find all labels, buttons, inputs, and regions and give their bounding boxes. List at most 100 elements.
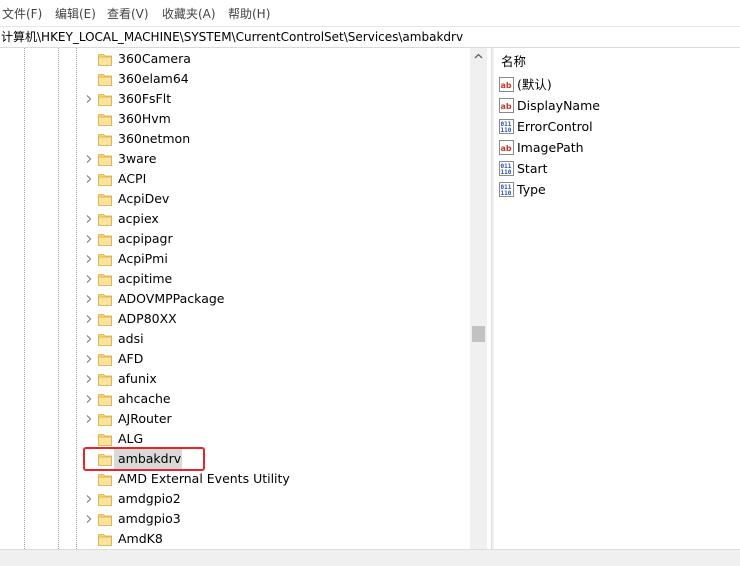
folder-icon (97, 331, 113, 347)
tree-item-label: 360elam64 (118, 71, 189, 86)
value-row[interactable]: 011 110 ErrorControl (499, 117, 739, 138)
value-name: Type (517, 182, 546, 197)
tree-item-label: 360Hvm (118, 111, 171, 126)
svg-text:ab: ab (501, 102, 512, 111)
chevron-right-icon[interactable] (84, 414, 94, 424)
chevron-right-icon[interactable] (84, 394, 94, 404)
menu-edit[interactable]: 编辑(E) (55, 7, 96, 21)
folder-icon (97, 471, 113, 487)
chevron-right-icon[interactable] (84, 334, 94, 344)
tree-item[interactable]: 3ware (0, 149, 470, 169)
scroll-thumb[interactable] (472, 326, 485, 342)
tree-item-label: adsi (118, 331, 144, 346)
tree-item[interactable]: ADP80XX (0, 309, 470, 329)
dword-value-icon: 011 110 (499, 182, 514, 197)
status-bar (0, 549, 740, 566)
folder-icon (97, 511, 113, 527)
folder-icon (97, 91, 113, 107)
folder-icon (97, 151, 113, 167)
tree-item[interactable]: AJRouter (0, 409, 470, 429)
tree-item-label: 360FsFlt (118, 91, 172, 106)
tree-item[interactable]: AFD (0, 349, 470, 369)
tree-item[interactable]: acpiex (0, 209, 470, 229)
string-value-icon: ab (499, 98, 514, 113)
tree-item[interactable]: amdgpio3 (0, 509, 470, 529)
chevron-right-icon[interactable] (84, 174, 94, 184)
value-row[interactable]: ab DisplayName (499, 96, 739, 117)
string-value-icon: ab (499, 140, 514, 155)
chevron-right-icon[interactable] (84, 494, 94, 504)
svg-text:ab: ab (501, 81, 512, 90)
tree-item[interactable]: 360netmon (0, 129, 470, 149)
folder-icon (97, 371, 113, 387)
registry-tree: 360Camera 360elam64 360FsFlt 360Hvm 360netmo… (0, 48, 488, 549)
tree-item[interactable]: 360FsFlt (0, 89, 470, 109)
tree-item[interactable]: acpipagr (0, 229, 470, 249)
folder-icon (97, 131, 113, 147)
folder-icon (97, 51, 113, 67)
value-row[interactable]: 011 110 Start (499, 159, 739, 180)
tree-item[interactable]: afunix (0, 369, 470, 389)
folder-icon (97, 531, 113, 547)
tree-item-label: afunix (118, 371, 157, 386)
menu-view[interactable]: 查看(V) (107, 7, 149, 21)
tree-item[interactable]: AMD External Events Utility (0, 469, 470, 489)
tree-item[interactable]: AcpiDev (0, 189, 470, 209)
dword-value-icon: 011 110 (499, 119, 514, 134)
tree-item-label: 360Camera (118, 51, 191, 66)
menu-favorites[interactable]: 收藏夹(A) (162, 7, 216, 21)
address-path[interactable]: 计算机\HKEY_LOCAL_MACHINE\SYSTEM\CurrentCon… (1, 30, 463, 44)
chevron-right-icon[interactable] (84, 294, 94, 304)
chevron-right-icon[interactable] (84, 254, 94, 264)
tree-item-label: amdgpio3 (118, 511, 181, 526)
tree-item[interactable]: ALG (0, 429, 470, 449)
value-name: (默认) (517, 77, 552, 92)
tree-item[interactable]: ambakdrv (0, 449, 470, 469)
chevron-right-icon[interactable] (84, 94, 94, 104)
chevron-right-icon[interactable] (84, 154, 94, 164)
tree-item-label: acpiex (118, 211, 159, 226)
scroll-up-arrow-icon[interactable] (470, 48, 487, 65)
tree-item-label: ACPI (118, 171, 147, 186)
folder-icon (97, 171, 113, 187)
chevron-right-icon[interactable] (84, 234, 94, 244)
tree-item[interactable]: 360elam64 (0, 69, 470, 89)
address-bar[interactable]: 计算机\HKEY_LOCAL_MACHINE\SYSTEM\CurrentCon… (0, 26, 740, 48)
column-header-name[interactable]: 名称 (501, 54, 526, 70)
string-value-icon: ab (499, 77, 514, 92)
value-row[interactable]: 011 110 Type (499, 180, 739, 201)
svg-text:110: 110 (501, 127, 512, 134)
chevron-right-icon[interactable] (84, 354, 94, 364)
value-name: ImagePath (517, 140, 584, 155)
chevron-right-icon[interactable] (84, 514, 94, 524)
tree-item-label: 360netmon (118, 131, 191, 146)
svg-text:110: 110 (501, 169, 512, 176)
tree-item[interactable]: AmdK8 (0, 529, 470, 549)
values-list: 名称 ab (默认) ab DisplayName 011 110 ErrorControl… (494, 48, 740, 549)
tree-item-label: ADOVMPPackage (118, 291, 225, 306)
tree-item[interactable]: AcpiPmi (0, 249, 470, 269)
tree-item[interactable]: acpitime (0, 269, 470, 289)
tree-item[interactable]: amdgpio2 (0, 489, 470, 509)
value-row[interactable]: ab ImagePath (499, 138, 739, 159)
tree-item[interactable]: ACPI (0, 169, 470, 189)
folder-icon (97, 111, 113, 127)
chevron-right-icon[interactable] (84, 314, 94, 324)
tree-item-label: ahcache (118, 391, 171, 406)
folder-icon (97, 271, 113, 287)
tree-item[interactable]: 360Camera (0, 49, 470, 69)
folder-icon (97, 231, 113, 247)
chevron-right-icon[interactable] (84, 274, 94, 284)
value-row[interactable]: ab (默认) (499, 75, 739, 96)
menu-file[interactable]: 文件(F) (2, 7, 42, 21)
tree-item[interactable]: ADOVMPPackage (0, 289, 470, 309)
chevron-right-icon[interactable] (84, 214, 94, 224)
folder-icon (97, 251, 113, 267)
tree-item-label: AFD (118, 351, 144, 366)
menu-help[interactable]: 帮助(H) (228, 7, 270, 21)
tree-item[interactable]: 360Hvm (0, 109, 470, 129)
tree-item[interactable]: ahcache (0, 389, 470, 409)
tree-vertical-scrollbar[interactable] (470, 48, 487, 549)
chevron-right-icon[interactable] (84, 374, 94, 384)
tree-item[interactable]: adsi (0, 329, 470, 349)
